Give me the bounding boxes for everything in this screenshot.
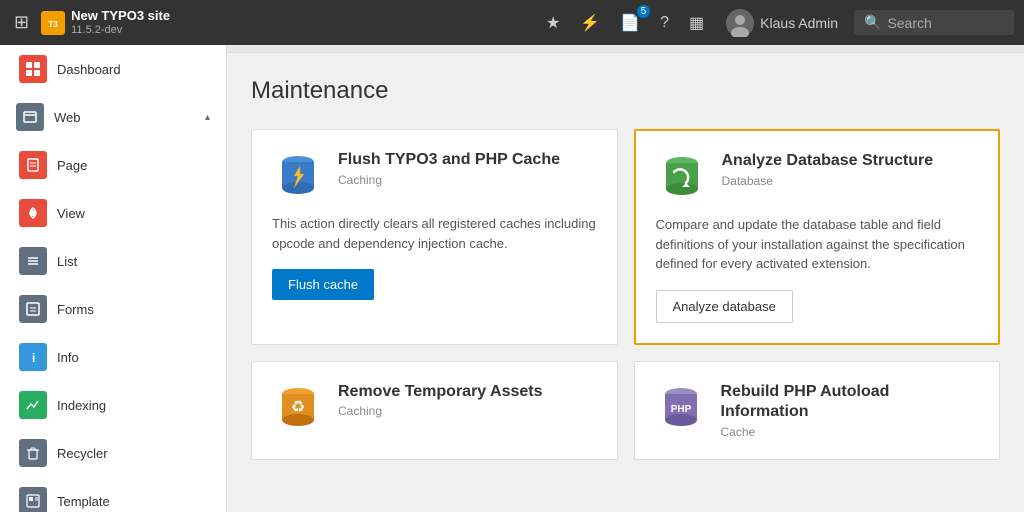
sidebar-label-indexing: Indexing bbox=[57, 398, 210, 413]
content-inner: Maintenance bbox=[227, 53, 1024, 484]
search-bar[interactable]: 🔍 Search bbox=[854, 10, 1014, 35]
card-category-rebuild-php: Cache bbox=[721, 425, 980, 439]
card-title-remove-temp: Remove Temporary Assets bbox=[338, 382, 543, 403]
card-action-flush: Flush cache bbox=[272, 269, 597, 300]
card-title-group-remove-temp: Remove Temporary Assets Caching bbox=[338, 382, 543, 419]
view-icon bbox=[19, 199, 47, 227]
sidebar-item-dashboard[interactable]: Dashboard bbox=[0, 45, 226, 93]
analyze-db-button[interactable]: Analyze database bbox=[656, 290, 793, 323]
sidebar-label-forms: Forms bbox=[57, 302, 210, 317]
sidebar-item-page[interactable]: Page bbox=[0, 141, 226, 189]
site-logo[interactable]: T3 New TYPO3 site 11.5.2-dev bbox=[41, 8, 170, 37]
info-icon: i bbox=[19, 343, 47, 371]
card-header-remove-temp: ♻ Remove Temporary Assets Caching bbox=[272, 382, 597, 434]
web-icon bbox=[16, 103, 44, 131]
card-desc-analyze: Compare and update the database table an… bbox=[656, 215, 979, 274]
card-action-analyze: Analyze database bbox=[656, 290, 979, 323]
bookmarks-icon[interactable]: ★ bbox=[540, 7, 566, 39]
svg-text:♻: ♻ bbox=[291, 399, 305, 416]
scroll-top-indicator bbox=[227, 45, 1024, 53]
sidebar-item-template[interactable]: Template bbox=[0, 477, 226, 512]
sidebar: Dashboard Web ▴ bbox=[0, 45, 227, 512]
sidebar-label-info: Info bbox=[57, 350, 210, 365]
search-placeholder: Search bbox=[887, 15, 931, 31]
card-title-analyze: Analyze Database Structure bbox=[722, 151, 934, 172]
search-icon: 🔍 bbox=[864, 14, 881, 31]
activity-icon[interactable]: ⚡ bbox=[574, 7, 606, 39]
grid-icon[interactable]: ⊞ bbox=[10, 8, 33, 37]
card-category-analyze: Database bbox=[722, 174, 934, 188]
card-desc-flush: This action directly clears all register… bbox=[272, 214, 597, 253]
indexing-icon bbox=[19, 391, 47, 419]
svg-text:T3: T3 bbox=[48, 20, 58, 29]
chevron-up-icon: ▴ bbox=[205, 112, 210, 123]
card-category-flush: Caching bbox=[338, 173, 560, 187]
sidebar-label-web: Web bbox=[54, 110, 195, 125]
sidebar-item-list[interactable]: List bbox=[0, 237, 226, 285]
logo-icon: T3 bbox=[41, 11, 65, 35]
notification-badge: 5 bbox=[637, 5, 651, 18]
page-title: Maintenance bbox=[251, 77, 1000, 105]
rebuild-php-icon: PHP bbox=[655, 382, 707, 434]
card-category-remove-temp: Caching bbox=[338, 404, 543, 418]
page-icon bbox=[19, 151, 47, 179]
svg-text:PHP: PHP bbox=[670, 404, 691, 415]
sidebar-item-forms[interactable]: Forms bbox=[0, 285, 226, 333]
card-header-analyze: Analyze Database Structure Database bbox=[656, 151, 979, 203]
sidebar-label-view: View bbox=[57, 206, 210, 221]
sidebar-label-page: Page bbox=[57, 158, 210, 173]
dashboard-icon bbox=[19, 55, 47, 83]
card-header-flush-cache: Flush TYPO3 and PHP Cache Caching bbox=[272, 150, 597, 202]
card-title-group-analyze: Analyze Database Structure Database bbox=[722, 151, 934, 188]
card-analyze-db: Analyze Database Structure Database Comp… bbox=[634, 129, 1001, 345]
user-menu[interactable]: Klaus Admin bbox=[718, 5, 846, 41]
flush-cache-icon bbox=[272, 150, 324, 202]
content-area: Maintenance bbox=[227, 45, 1024, 512]
cards-grid: Flush TYPO3 and PHP Cache Caching This a… bbox=[251, 129, 1000, 460]
analyze-db-icon bbox=[656, 151, 708, 203]
file-notification[interactable]: 📄 5 bbox=[614, 7, 646, 39]
list-icon bbox=[19, 247, 47, 275]
sidebar-item-view[interactable]: View bbox=[0, 189, 226, 237]
sidebar-item-indexing[interactable]: Indexing bbox=[0, 381, 226, 429]
sidebar-item-recycler[interactable]: Recycler bbox=[0, 429, 226, 477]
recycler-icon bbox=[19, 439, 47, 467]
topbar: ⊞ T3 New TYPO3 site 11.5.2-dev ★ ⚡ 📄 5 ?… bbox=[0, 0, 1024, 45]
card-rebuild-php: PHP Rebuild PHP Autoload Information Cac… bbox=[634, 361, 1001, 461]
logo-text: New TYPO3 site 11.5.2-dev bbox=[71, 8, 170, 37]
remove-temp-icon: ♻ bbox=[272, 382, 324, 434]
avatar bbox=[726, 9, 754, 37]
sidebar-label-dashboard: Dashboard bbox=[57, 62, 210, 77]
sidebar-label-list: List bbox=[57, 254, 210, 269]
main-layout: Dashboard Web ▴ bbox=[0, 45, 1024, 512]
template-icon bbox=[19, 487, 47, 512]
help-icon[interactable]: ? bbox=[654, 8, 675, 38]
card-title-flush: Flush TYPO3 and PHP Cache bbox=[338, 150, 560, 171]
card-header-rebuild-php: PHP Rebuild PHP Autoload Information Cac… bbox=[655, 382, 980, 440]
forms-icon bbox=[19, 295, 47, 323]
flush-cache-button[interactable]: Flush cache bbox=[272, 269, 374, 300]
sidebar-item-info[interactable]: i Info bbox=[0, 333, 226, 381]
card-remove-temp: ♻ Remove Temporary Assets Caching bbox=[251, 361, 618, 461]
sidebar-label-recycler: Recycler bbox=[57, 446, 210, 461]
sidebar-scroll: Dashboard Web ▴ bbox=[0, 45, 226, 512]
sidebar-label-template: Template bbox=[57, 494, 210, 509]
user-name: Klaus Admin bbox=[760, 15, 838, 31]
card-flush-cache: Flush TYPO3 and PHP Cache Caching This a… bbox=[251, 129, 618, 345]
card-title-rebuild-php: Rebuild PHP Autoload Information bbox=[721, 382, 980, 424]
table-icon[interactable]: ▦ bbox=[683, 7, 710, 39]
card-title-group-rebuild-php: Rebuild PHP Autoload Information Cache bbox=[721, 382, 980, 440]
svg-text:i: i bbox=[32, 351, 35, 365]
sidebar-item-web[interactable]: Web ▴ bbox=[0, 93, 226, 141]
card-title-group-flush: Flush TYPO3 and PHP Cache Caching bbox=[338, 150, 560, 187]
